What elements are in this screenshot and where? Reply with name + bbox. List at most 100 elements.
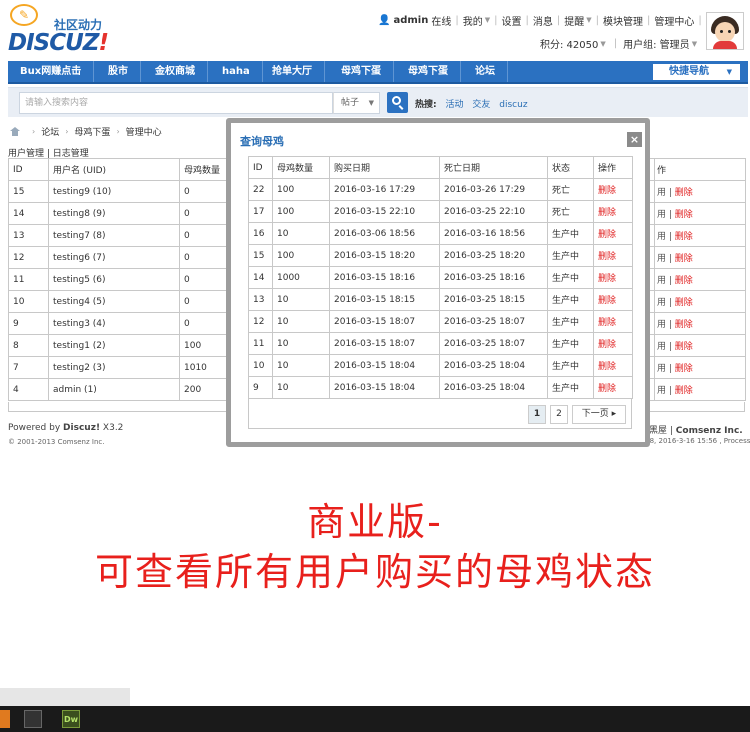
ops-use-link[interactable]: 用 [657,320,666,330]
search-input[interactable]: 请输入搜索内容 [19,92,333,114]
hen-row: 12 10 2016-03-15 18:07 2016-03-25 18:07 生产中删… [248,310,633,333]
messages-link[interactable]: 消息 [533,13,553,28]
reminders-menu[interactable]: 提醒 [564,13,584,28]
comsenz-link[interactable]: Comsenz Inc. [676,426,743,436]
delete-user-button[interactable]: 删除 [675,298,693,308]
hot-link-activity[interactable]: 活动 [445,100,463,110]
cell-username: admin (1) [48,378,180,401]
nav-item-haha[interactable]: haha [210,61,263,82]
delete-user-button[interactable]: 删除 [675,232,693,242]
quick-nav-button[interactable]: 快捷导航 ▼ [653,64,740,80]
breadcrumb-hen[interactable]: 母鸡下蛋 [74,125,110,138]
cell-id: 9 [8,312,49,335]
hen-cell-count: 100 [272,200,330,223]
home-icon[interactable] [10,127,20,136]
user-icon: 👤 [378,14,391,26]
hen-cell-status: 生产中 [547,266,594,289]
username-link[interactable]: admin [393,15,428,26]
quick-nav-label: 快捷导航 [669,66,709,77]
hen-table-body: 22 100 2016-03-16 17:29 2016-03-26 17:29 死亡删… [248,178,633,399]
delete-user-button[interactable]: 删除 [675,364,693,374]
dialog-title: 查询母鸡 [240,135,284,148]
hen-col-buy-date: 购买日期 [329,156,440,179]
hen-cell-buy-date: 2016-03-15 18:04 [329,354,440,377]
usergroup-menu[interactable]: 用户组: 管理员 [623,36,690,51]
search-type-select[interactable]: 帖子 ▼ [333,92,380,114]
ops-use-link[interactable]: 用 [657,188,666,198]
delete-hen-button[interactable]: 删除 [593,266,633,289]
cell-username: testing5 (6) [48,268,180,291]
logo-bubble-icon: ✎ [10,4,38,26]
ops-use-link[interactable]: 用 [657,276,666,286]
delete-user-button[interactable]: 删除 [675,254,693,264]
chevron-right-icon: › [65,127,69,136]
hen-cell-status: 生产中 [547,222,594,245]
nav-item-bux[interactable]: Bux网赚点击 [8,61,95,82]
search-button[interactable] [387,92,408,113]
ops-use-link[interactable]: 用 [657,298,666,308]
delete-user-button[interactable]: 删除 [675,320,693,330]
ops-use-link[interactable]: 用 [657,232,666,242]
cell-username: testing4 (5) [48,290,180,313]
settings-link[interactable]: 设置 [501,13,521,28]
delete-hen-button[interactable]: 删除 [593,332,633,355]
nav-item-forum[interactable]: 论坛 [463,61,508,82]
taskbar-app-icon[interactable] [0,710,10,728]
cell-ops: 用 | 删除 [654,356,746,379]
nav-item-hen-1[interactable]: 母鸡下蛋 [329,61,394,82]
search-type-label: 帖子 [341,98,360,108]
credits-menu[interactable]: 积分: 42050 [540,36,598,51]
chevron-down-icon: ▼ [691,39,698,48]
hen-cell-count: 10 [272,288,330,311]
nav-item-mall[interactable]: 金权商城 [143,61,208,82]
ops-use-link[interactable]: 用 [657,210,666,220]
module-admin-link[interactable]: 模块管理 [603,13,643,28]
delete-hen-button[interactable]: 删除 [593,354,633,377]
delete-hen-button[interactable]: 删除 [593,376,633,399]
delete-user-button[interactable]: 删除 [675,342,693,352]
nav-item-stock[interactable]: 股市 [96,61,141,82]
hen-cell-count: 10 [272,222,330,245]
close-icon[interactable]: × [627,132,642,147]
divider: | [525,14,529,26]
ops-use-link[interactable]: 用 [657,342,666,352]
hen-table-header-row: ID 母鸡数量 购买日期 死亡日期 状态 操作 [248,156,633,179]
ops-use-link[interactable]: 用 [657,386,666,396]
delete-user-button[interactable]: 删除 [675,276,693,286]
page-1[interactable]: 1 [528,405,546,424]
avatar[interactable] [706,12,744,50]
cell-id: 15 [8,180,49,203]
dreamweaver-icon[interactable]: Dw [62,710,80,728]
delete-hen-button[interactable]: 删除 [593,200,633,223]
nav-item-hen-2[interactable]: 母鸡下蛋 [396,61,461,82]
breadcrumb-forum[interactable]: 论坛 [41,125,59,138]
delete-user-button[interactable]: 删除 [675,188,693,198]
delete-user-button[interactable]: 删除 [675,210,693,220]
delete-hen-button[interactable]: 删除 [593,222,633,245]
hen-cell-id: 13 [248,288,273,311]
admin-center-link[interactable]: 管理中心 [654,13,694,28]
breadcrumb-admin[interactable]: 管理中心 [126,125,162,138]
online-status[interactable]: 在线 [431,13,451,28]
nav-item-grab-orders[interactable]: 抢单大厅 [260,61,325,82]
delete-hen-button[interactable]: 删除 [593,244,633,267]
chevron-right-icon: ▸ [611,409,617,419]
next-page-button[interactable]: 下一页 ▸ [572,405,626,424]
site-logo[interactable]: ✎ 社区动力 DISCUZ! [8,4,118,56]
delete-hen-button[interactable]: 删除 [593,288,633,311]
page-2[interactable]: 2 [550,405,568,424]
terminal-icon[interactable] [24,710,42,728]
divider: | [666,298,675,308]
my-menu[interactable]: 我的 [463,13,483,28]
hen-cell-status: 死亡 [547,178,594,201]
hen-row: 16 10 2016-03-06 18:56 2016-03-16 18:56 生产中删… [248,222,633,245]
hot-link-dating[interactable]: 交友 [472,100,490,110]
hen-cell-buy-date: 2016-03-15 18:20 [329,244,440,267]
delete-user-button[interactable]: 删除 [675,386,693,396]
ops-use-link[interactable]: 用 [657,254,666,264]
hot-link-discuz[interactable]: discuz [499,100,527,110]
delete-hen-button[interactable]: 删除 [593,178,633,201]
delete-hen-button[interactable]: 删除 [593,310,633,333]
ops-use-link[interactable]: 用 [657,364,666,374]
powered-brand[interactable]: Discuz! [63,423,100,433]
